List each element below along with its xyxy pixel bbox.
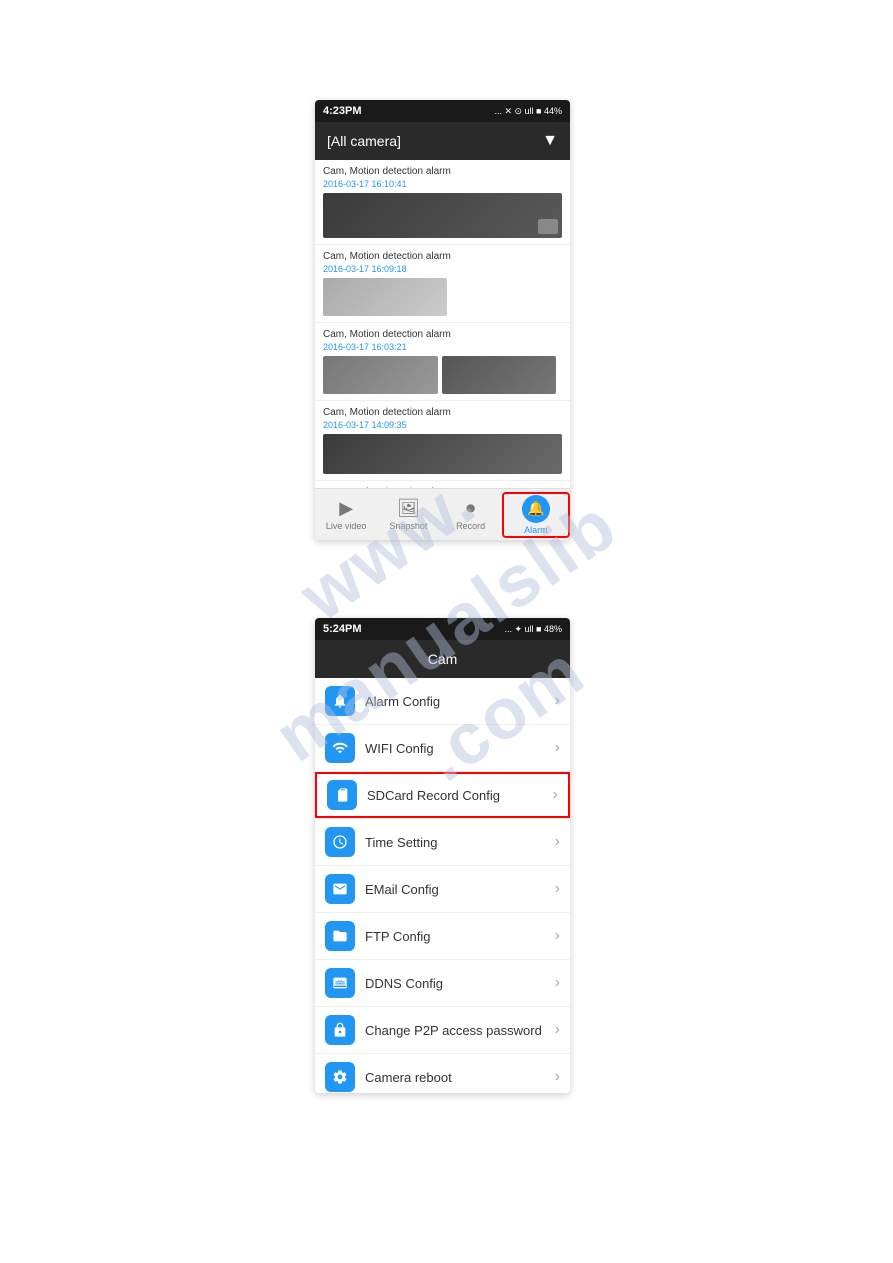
alarm-item-4[interactable]: Cam, Motion detection alarm 2016-03-17 1… (315, 401, 570, 481)
alarm-thumb-1 (323, 193, 562, 238)
email-config-arrow: › (555, 880, 560, 898)
screen2-title: Cam (428, 651, 458, 667)
nav-alarm[interactable]: 🔔 Alarm (502, 492, 570, 538)
p2p-label: Change P2P access password (365, 1023, 555, 1038)
alarm-item-2[interactable]: Cam, Motion detection alarm 2016-03-17 1… (315, 245, 570, 323)
wifi-config-icon-box (325, 733, 355, 763)
ddns-config-arrow: › (555, 974, 560, 992)
nav-record[interactable]: ⏺ Record (440, 498, 502, 531)
wifi-config-icon (332, 740, 348, 756)
ftp-config-icon (332, 928, 348, 944)
nav-live-label: Live video (326, 521, 367, 531)
alarm-thumb-2a (323, 278, 447, 316)
nav-snapshot-label: Snapshot (389, 521, 427, 531)
title-bar-1: [All camera] ▼ (315, 122, 570, 160)
menu-item-sdcard[interactable]: SDCard Record Config › (315, 772, 570, 818)
status-time-1: 4:23PM (323, 105, 362, 117)
alarm-thumb-3a (323, 356, 438, 394)
ddns-config-label: DDNS Config (365, 976, 555, 991)
camera-reboot-arrow: › (555, 1068, 560, 1086)
status-icons-2: ... ✦ ull ■ 48% (505, 624, 563, 635)
sdcard-config-label: SDCard Record Config (367, 788, 553, 803)
alarm-label-1: Cam, Motion detection alarm (323, 166, 562, 177)
p2p-icon (332, 1022, 348, 1038)
ddns-config-icon (332, 975, 348, 991)
alarm-config-label: Alarm Config (365, 694, 555, 709)
alarm-thumb-4 (323, 434, 562, 474)
reboot-icon-box (325, 1062, 355, 1092)
email-config-label: EMail Config (365, 882, 555, 897)
menu-list: Alarm Config › WIFI Config › SDCard Reco… (315, 678, 570, 1093)
bottom-nav: ▶ Live video 🖼 Snapshot ⏺ Record 🔔 Alarm (315, 488, 570, 540)
p2p-icon-box (325, 1015, 355, 1045)
alarm-date-4: 2016-03-17 14:09:35 (323, 420, 562, 430)
time-setting-label: Time Setting (365, 835, 555, 850)
menu-item-alarm[interactable]: Alarm Config › (315, 678, 570, 724)
menu-item-time[interactable]: Time Setting › (315, 819, 570, 865)
filter-icon[interactable]: ▼ (542, 132, 558, 150)
nav-record-label: Record (456, 521, 485, 531)
wifi-config-label: WIFI Config (365, 741, 555, 756)
phone-screen-1: 4:23PM ... ✕ ⊙ ull ■ 44% [All camera] ▼ … (315, 100, 570, 540)
alarm-label-4: Cam, Motion detection alarm (323, 407, 562, 418)
menu-item-p2p[interactable]: Change P2P access password › (315, 1007, 570, 1053)
alarm-date-3: 2016-03-17 16:03:21 (323, 342, 562, 352)
time-setting-icon-box (325, 827, 355, 857)
email-config-icon-box (325, 874, 355, 904)
sdcard-config-icon-box (327, 780, 357, 810)
live-video-icon: ▶ (339, 498, 353, 519)
p2p-arrow: › (555, 1021, 560, 1039)
menu-item-ftp[interactable]: FTP Config › (315, 913, 570, 959)
wifi-config-arrow: › (555, 739, 560, 757)
alarm-config-arrow: › (555, 692, 560, 710)
status-time-2: 5:24PM (323, 623, 362, 635)
title-bar-2: Cam (315, 640, 570, 678)
alarm-thumb-3b (442, 356, 557, 394)
status-icons-1: ... ✕ ⊙ ull ■ 44% (494, 106, 562, 117)
menu-item-wifi[interactable]: WIFI Config › (315, 725, 570, 771)
status-bar-1: 4:23PM ... ✕ ⊙ ull ■ 44% (315, 100, 570, 122)
record-icon: ⏺ (466, 498, 475, 519)
nav-live-video[interactable]: ▶ Live video (315, 498, 377, 531)
alarm-label-3: Cam, Motion detection alarm (323, 329, 562, 340)
sdcard-config-arrow: › (553, 786, 558, 804)
status-bar-2: 5:24PM ... ✦ ull ■ 48% (315, 618, 570, 640)
email-config-icon (332, 881, 348, 897)
alarm-label-2: Cam, Motion detection alarm (323, 251, 562, 262)
alarm-config-icon (332, 693, 348, 709)
menu-item-email[interactable]: EMail Config › (315, 866, 570, 912)
snapshot-icon: 🖼 (397, 498, 420, 519)
nav-alarm-label: Alarm (524, 525, 548, 535)
reboot-icon (332, 1069, 348, 1085)
alarm-config-icon-box (325, 686, 355, 716)
alarm-icon: 🔔 (522, 495, 550, 523)
ftp-config-icon-box (325, 921, 355, 951)
screen1-title: [All camera] (327, 133, 401, 149)
alarm-item-1[interactable]: Cam, Motion detection alarm 2016-03-17 1… (315, 160, 570, 245)
ddns-config-icon-box (325, 968, 355, 998)
menu-item-ddns[interactable]: DDNS Config › (315, 960, 570, 1006)
phone-screen-2: 5:24PM ... ✦ ull ■ 48% Cam Alarm Config … (315, 618, 570, 1093)
alarm-date-1: 2016-03-17 16:10:41 (323, 179, 562, 189)
time-setting-arrow: › (555, 833, 560, 851)
alarm-date-2: 2016-03-17 16:09:18 (323, 264, 562, 274)
time-setting-icon (332, 834, 348, 850)
ftp-config-label: FTP Config (365, 929, 555, 944)
nav-snapshot[interactable]: 🖼 Snapshot (377, 498, 439, 531)
alarm-list: Cam, Motion detection alarm 2016-03-17 1… (315, 160, 570, 521)
menu-item-reboot[interactable]: Camera reboot › (315, 1054, 570, 1093)
sdcard-config-icon (334, 787, 350, 803)
alarm-item-3[interactable]: Cam, Motion detection alarm 2016-03-17 1… (315, 323, 570, 401)
camera-reboot-label: Camera reboot (365, 1070, 555, 1085)
ftp-config-arrow: › (555, 927, 560, 945)
